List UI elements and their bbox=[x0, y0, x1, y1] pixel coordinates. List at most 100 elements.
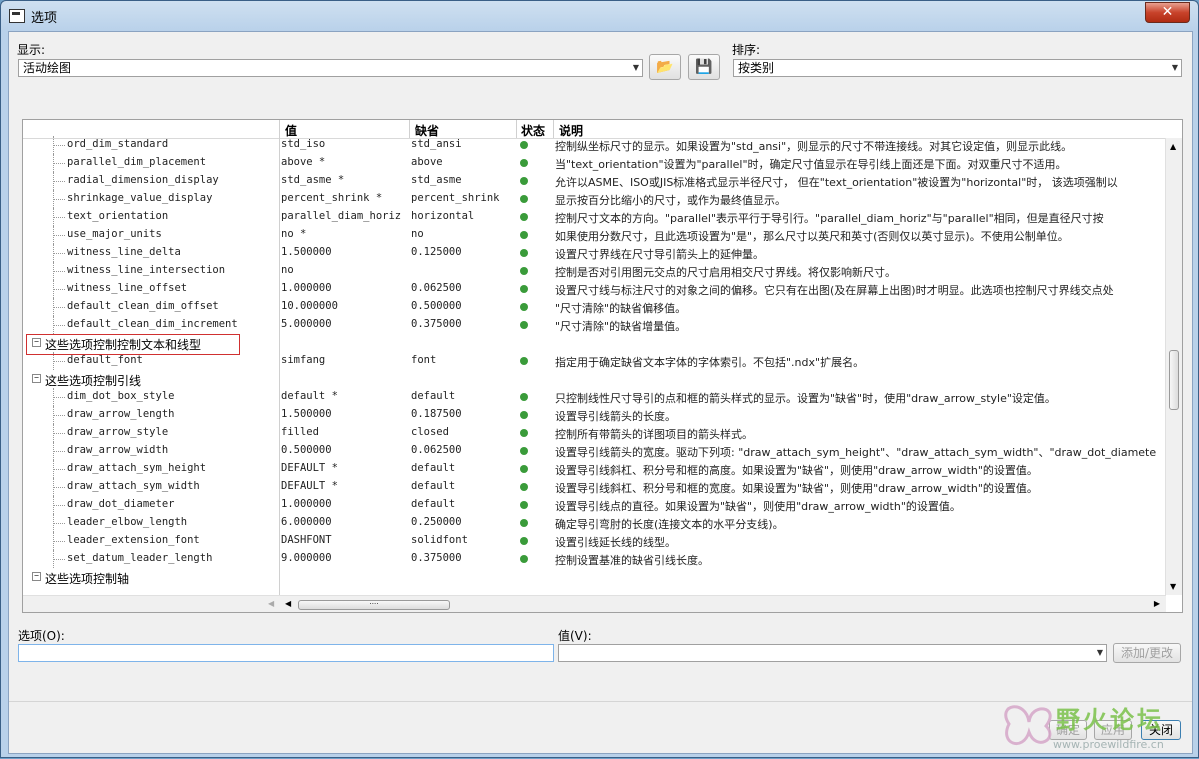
sort-label: 排序: bbox=[732, 43, 761, 57]
vertical-scrollbar[interactable]: ▲ ▼ bbox=[1165, 138, 1182, 595]
value-select[interactable]: ▼ bbox=[558, 644, 1107, 662]
tree-line bbox=[53, 469, 65, 470]
option-row[interactable]: draw_dot_diameter 1.000000 default 设置导引线点的直… bbox=[23, 496, 1166, 514]
status-dot-icon bbox=[520, 393, 528, 401]
option-row[interactable]: parallel_dim_placement above * above 当"text… bbox=[23, 154, 1166, 172]
option-value: 5.000000 bbox=[281, 318, 332, 330]
scroll-left-icon[interactable]: ◀ bbox=[285, 599, 291, 608]
option-description: 控制所有带箭头的详图项目的箭头样式。 bbox=[555, 428, 753, 441]
option-value: filled bbox=[281, 426, 319, 438]
option-row[interactable]: witness_line_delta 1.500000 0.125000 设置尺寸界线… bbox=[23, 244, 1166, 262]
tree-line bbox=[53, 235, 65, 236]
tree-line bbox=[53, 163, 65, 164]
option-default: 0.375000 bbox=[411, 318, 462, 330]
option-row[interactable]: set_datum_leader_length 9.000000 0.375000 控… bbox=[23, 550, 1166, 568]
status-dot-icon bbox=[520, 483, 528, 491]
tree-line bbox=[53, 415, 65, 416]
watermark-logo: 野火论坛 www.proewildfire.cn bbox=[991, 694, 1196, 756]
scroll-right-icon[interactable]: ▶ bbox=[1154, 599, 1160, 608]
status-dot-icon bbox=[520, 213, 528, 221]
tree-line bbox=[53, 361, 65, 362]
scroll-down-icon[interactable]: ▼ bbox=[1170, 582, 1176, 591]
display-select[interactable]: 活动绘图 ▼ bbox=[18, 59, 643, 77]
option-name: default_clean_dim_increment bbox=[67, 318, 238, 330]
value-label: 值(V): bbox=[558, 629, 592, 643]
option-row[interactable]: draw_arrow_style filled closed 控制所有带箭头的详图项目… bbox=[23, 424, 1166, 442]
option-description: 设置导引线斜杠、积分号和框的高度。如果设置为"缺省"，则使用"draw_arro… bbox=[555, 464, 1038, 477]
title-bar[interactable]: 选项 ✕ bbox=[1, 1, 1198, 31]
dialog-icon bbox=[9, 9, 25, 23]
option-row[interactable]: default_clean_dim_increment 5.000000 0.375… bbox=[23, 316, 1166, 334]
dialog-body: 显示: 活动绘图 ▼ 📂 💾 排序: 按类别 ▼ 值 缺省 状态 说明 ord_… bbox=[8, 31, 1193, 754]
option-default: 0.375000 bbox=[411, 552, 462, 564]
option-row[interactable]: radial_dimension_display std_asme * std_as… bbox=[23, 172, 1166, 190]
option-description: 如果使用分数尺寸，且此选项设置为"是"，那么尺寸以英尺和英寸(否则仅以英寸显示)… bbox=[555, 230, 1069, 243]
save-config-button[interactable]: 💾 bbox=[688, 54, 720, 80]
option-value: parallel_diam_horiz bbox=[281, 210, 402, 222]
group-row[interactable]: − 这些选项控制控制文本和线型 bbox=[23, 334, 1166, 355]
option-row[interactable]: shrinkage_value_display percent_shrink * p… bbox=[23, 190, 1166, 208]
status-dot-icon bbox=[520, 519, 528, 527]
option-default: 0.062500 bbox=[411, 444, 462, 456]
option-default: closed bbox=[411, 426, 449, 438]
scroll-up-icon[interactable]: ▲ bbox=[1170, 142, 1176, 151]
chevron-down-icon: ▼ bbox=[632, 63, 639, 72]
group-label: 这些选项控制引线 bbox=[45, 374, 142, 388]
sort-select[interactable]: 按类别 ▼ bbox=[733, 59, 1182, 77]
option-row[interactable]: witness_line_intersection no 控制是否对引用图元交点的尺… bbox=[23, 262, 1166, 280]
option-name: ord_dim_standard bbox=[67, 138, 169, 150]
option-row[interactable]: draw_arrow_length 1.500000 0.187500 设置导引线箭头… bbox=[23, 406, 1166, 424]
add-change-button[interactable]: 添加/更改 bbox=[1113, 643, 1181, 663]
option-row[interactable]: leader_extension_font DASHFONT solidfont 设置… bbox=[23, 532, 1166, 550]
option-label: 选项(O): bbox=[18, 629, 65, 643]
scroll-left-icon[interactable]: ◀ bbox=[268, 599, 274, 608]
group-row[interactable]: − 这些选项控制轴 bbox=[23, 568, 1166, 586]
option-value: 0.500000 bbox=[281, 444, 332, 456]
vertical-scroll-thumb[interactable] bbox=[1169, 350, 1179, 410]
option-description: 允许以ASME、ISO或JIS标准格式显示半径尺寸， 但在"text_orien… bbox=[555, 176, 1118, 189]
option-value: 1.500000 bbox=[281, 246, 332, 258]
option-row[interactable]: draw_attach_sym_width DEFAULT * default 设置导… bbox=[23, 478, 1166, 496]
option-value: 1.000000 bbox=[281, 498, 332, 510]
open-folder-icon: 📂 bbox=[656, 59, 674, 75]
option-input[interactable] bbox=[18, 644, 554, 662]
horizontal-scroll-thumb[interactable]: ···· bbox=[298, 600, 450, 610]
open-config-button[interactable]: 📂 bbox=[649, 54, 681, 80]
option-default: std_ansi bbox=[411, 138, 462, 150]
status-dot-icon bbox=[520, 429, 528, 437]
option-description: 控制尺寸文本的方向。"parallel"表示平行于导引行。"parallel_d… bbox=[555, 212, 1104, 225]
option-row[interactable]: default_clean_dim_offset 10.000000 0.50000… bbox=[23, 298, 1166, 316]
option-description: 当"text_orientation"设置为"parallel"时，确定尺寸值显… bbox=[555, 158, 1067, 171]
option-row[interactable]: draw_arrow_width 0.500000 0.062500 设置导引线箭头的… bbox=[23, 442, 1166, 460]
chevron-down-icon: ▼ bbox=[1171, 63, 1178, 72]
option-name: radial_dimension_display bbox=[67, 174, 219, 186]
tree-line bbox=[53, 523, 65, 524]
option-value: percent_shrink * bbox=[281, 192, 383, 204]
option-row[interactable]: text_orientation parallel_diam_horiz horiz… bbox=[23, 208, 1166, 226]
close-window-button[interactable]: ✕ bbox=[1145, 2, 1190, 23]
option-row[interactable]: use_major_units no * no 如果使用分数尺寸，且此选项设置为"是"… bbox=[23, 226, 1166, 244]
option-value: 9.000000 bbox=[281, 552, 332, 564]
sort-select-value: 按类别 bbox=[738, 61, 775, 75]
tree-line bbox=[53, 289, 65, 290]
option-row[interactable]: witness_line_offset 1.000000 0.062500 设置尺寸线… bbox=[23, 280, 1166, 298]
option-description: "尺寸清除"的缺省增量值。 bbox=[555, 320, 687, 333]
option-row[interactable]: default_font simfang font 指定用于确定缺省文本字体的字体索引… bbox=[23, 352, 1166, 370]
option-row[interactable]: ord_dim_standard std_iso std_ansi 控制纵坐标尺寸的显… bbox=[23, 136, 1166, 154]
collapse-toggle-icon[interactable]: − bbox=[32, 572, 41, 581]
option-value: DASHFONT bbox=[281, 534, 332, 546]
option-row[interactable]: draw_attach_sym_height DEFAULT * default 设置… bbox=[23, 460, 1166, 478]
option-row[interactable]: dim_dot_box_style default * default 只控制线性尺寸… bbox=[23, 388, 1166, 406]
group-row[interactable]: − 这些选项控制引线 bbox=[23, 370, 1166, 388]
tree-line bbox=[53, 253, 65, 254]
collapse-toggle-icon[interactable]: − bbox=[32, 374, 41, 383]
status-dot-icon bbox=[520, 231, 528, 239]
option-default: 0.125000 bbox=[411, 246, 462, 258]
option-name: text_orientation bbox=[67, 210, 169, 222]
horizontal-scrollbar[interactable]: ◀ ◀ ···· ▶ bbox=[23, 595, 1166, 612]
option-default: 0.062500 bbox=[411, 282, 462, 294]
option-value: default * bbox=[281, 390, 338, 402]
option-value: 6.000000 bbox=[281, 516, 332, 528]
status-dot-icon bbox=[520, 447, 528, 455]
option-row[interactable]: leader_elbow_length 6.000000 0.250000 确定导引弯… bbox=[23, 514, 1166, 532]
